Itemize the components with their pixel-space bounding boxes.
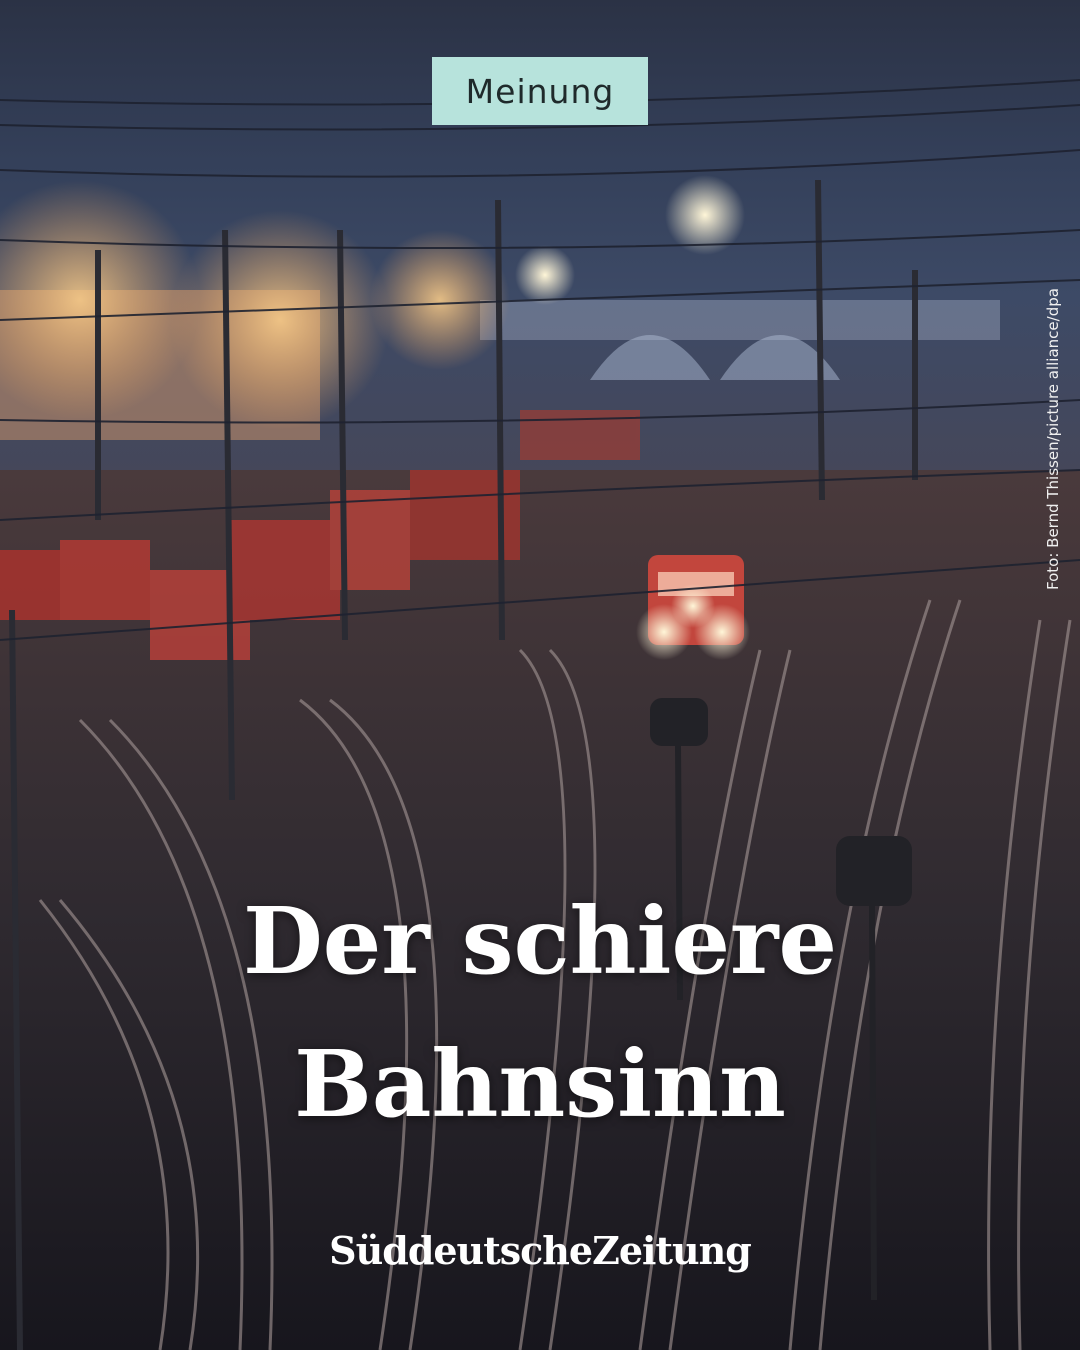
photo-credit-text: Foto: Bernd Thissen/picture alliance/dpa	[1044, 288, 1062, 590]
headline: Der schiere Bahnsinn	[0, 870, 1080, 1155]
post-card: Meinung Foto: Bernd Thissen/picture alli…	[0, 0, 1080, 1350]
category-tag: Meinung	[432, 57, 648, 125]
headline-line-1: Der schiere	[242, 887, 837, 995]
category-tag-label: Meinung	[465, 71, 615, 111]
headline-line-2: Bahnsinn	[294, 1029, 786, 1138]
photo-credit: Foto: Bernd Thissen/picture alliance/dpa	[1040, 260, 1066, 590]
brand-logo: SüddeutscheZeitung	[329, 1228, 752, 1273]
